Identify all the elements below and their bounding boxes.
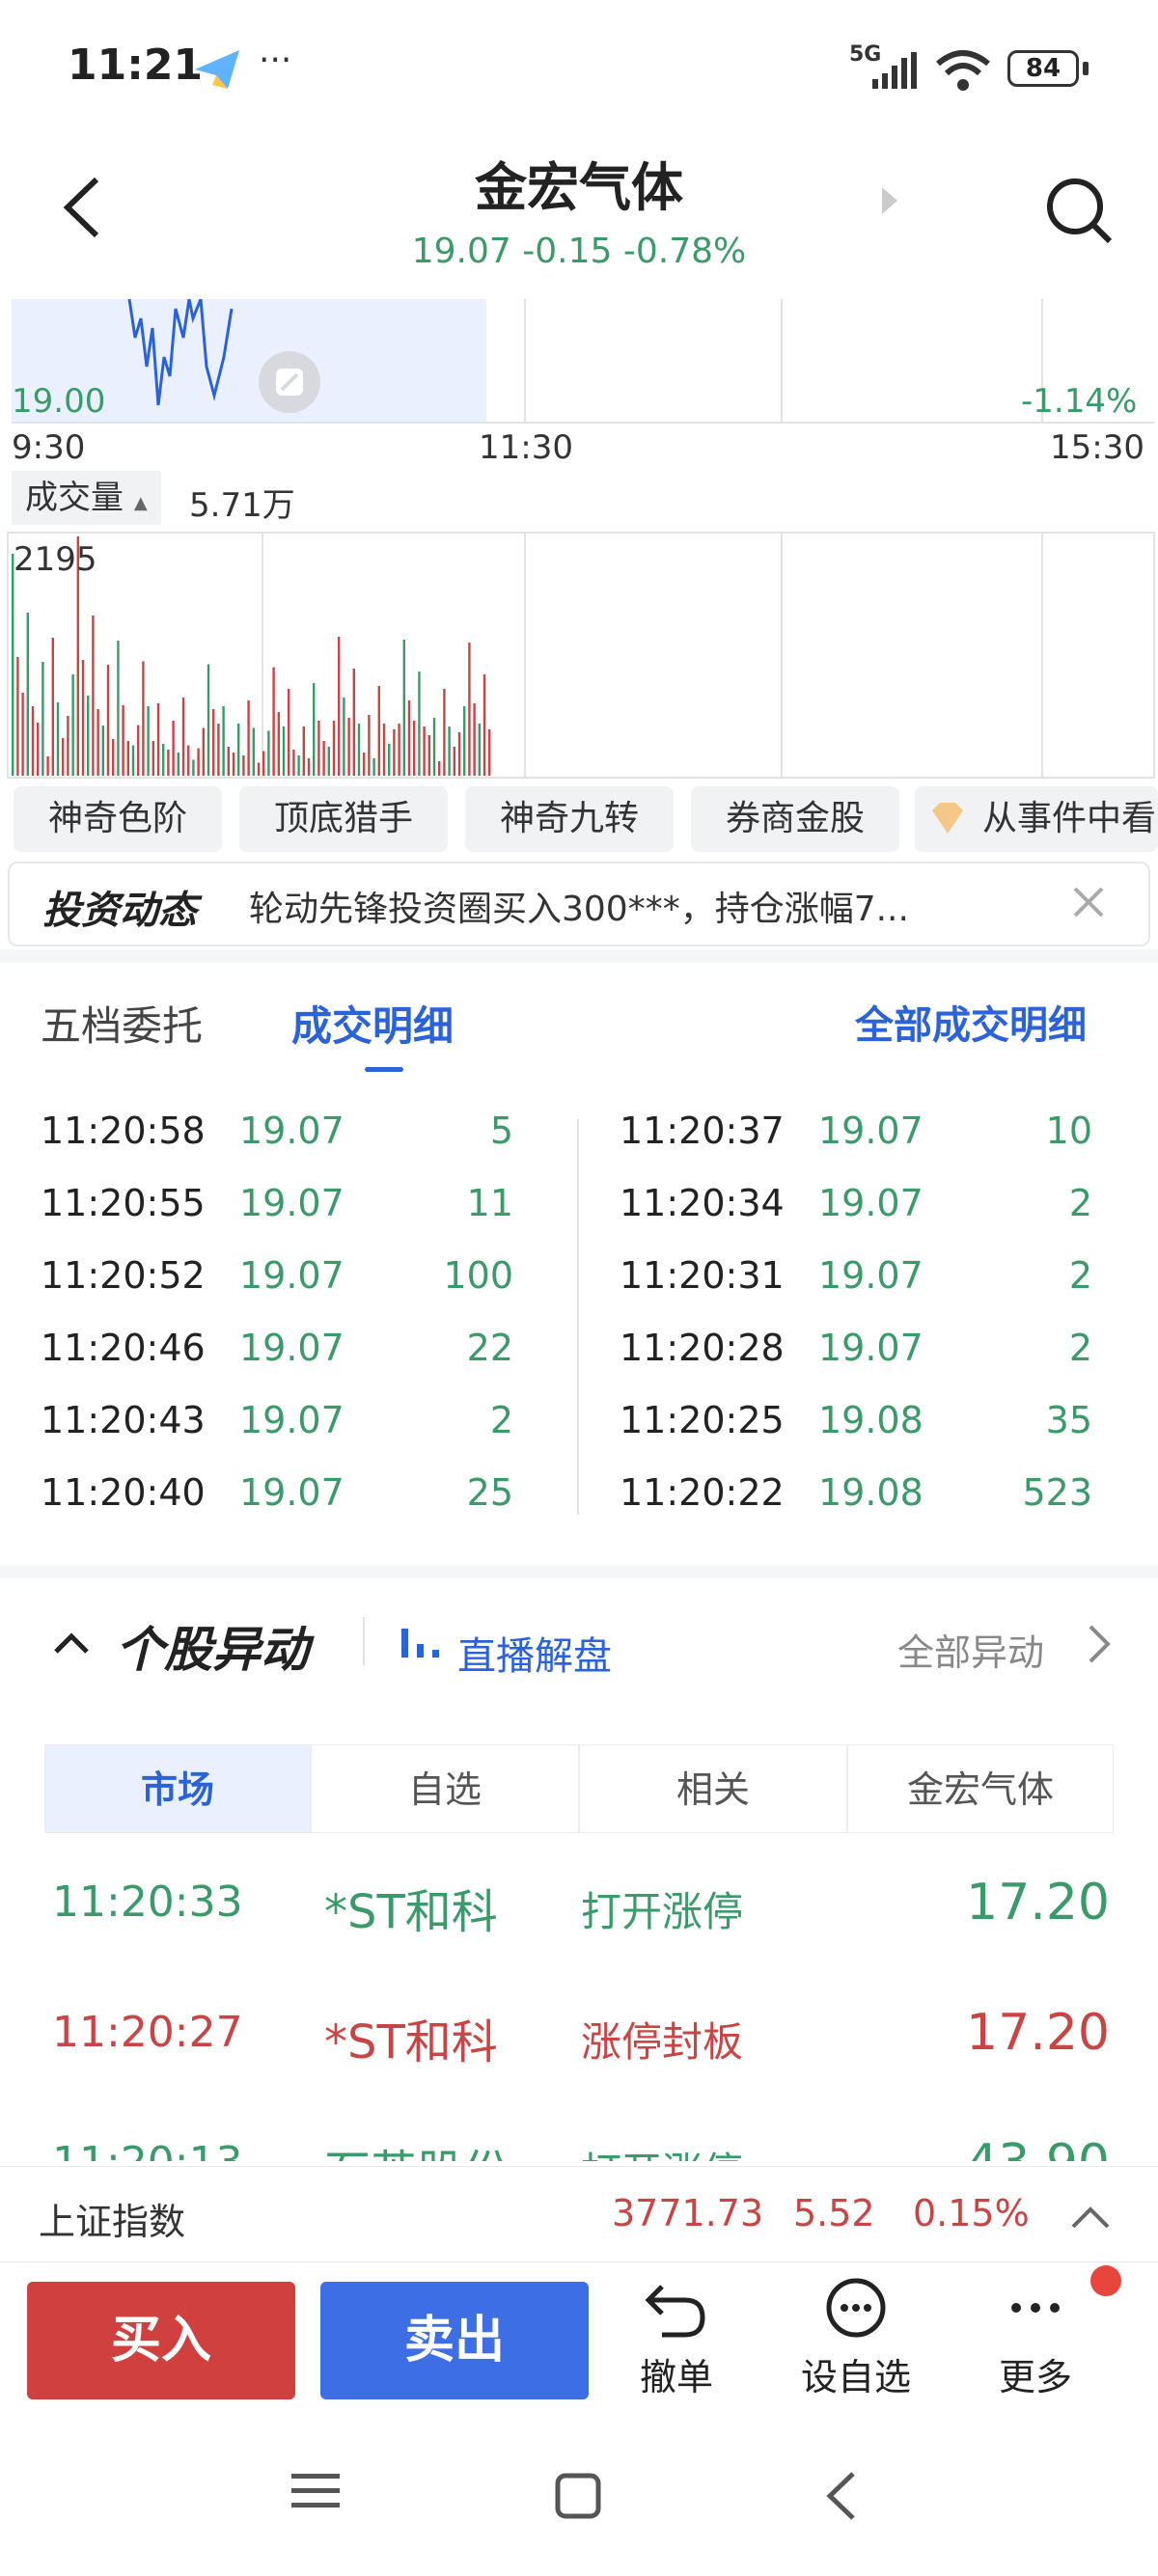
add-watchlist-label: 设自选 bbox=[800, 2356, 911, 2398]
cancel-order-button[interactable]: 撤单 bbox=[604, 2277, 749, 2400]
abnormal-price: 17.20 bbox=[966, 1874, 1110, 1932]
abnormal-price: 17.20 bbox=[966, 2004, 1110, 2062]
abnormal-list: 11:20:33 *ST和科 打开涨停 17.20 11:20:27 *ST和科 涨停封板 1… bbox=[0, 0, 1158, 2161]
divider bbox=[0, 2261, 1158, 2262]
sell-button[interactable]: 卖出 bbox=[320, 2282, 589, 2399]
dots-icon bbox=[1011, 2303, 1060, 2313]
index-bar[interactable]: 上证指数 3771.73 5.52 0.15% bbox=[0, 2166, 1158, 2263]
abnormal-time: 11:20:13 bbox=[52, 2138, 243, 2161]
abnormal-event: 打开涨停 bbox=[581, 2140, 743, 2161]
index-value: 3771.73 bbox=[612, 2192, 764, 2234]
expand-up-icon[interactable] bbox=[1069, 2204, 1112, 2233]
abnormal-name: *ST和科 bbox=[324, 2015, 498, 2069]
index-name: 上证指数 bbox=[39, 2201, 186, 2243]
index-change: 5.52 bbox=[793, 2192, 875, 2234]
notification-dot bbox=[1090, 2265, 1121, 2296]
undo-icon bbox=[645, 2285, 705, 2338]
more-circle-icon bbox=[826, 2278, 886, 2338]
index-pct: 0.15% bbox=[913, 2192, 1030, 2234]
home-icon[interactable] bbox=[554, 2472, 602, 2520]
abnormal-event: 打开涨停 bbox=[581, 1888, 744, 1935]
abnormal-time: 11:20:33 bbox=[52, 1877, 243, 1927]
abnormal-event: 涨停封板 bbox=[581, 2018, 744, 2066]
abnormal-name: 石英股份 bbox=[324, 2134, 510, 2161]
abnormal-name: *ST和科 bbox=[324, 1885, 498, 1939]
abnormal-time: 11:20:27 bbox=[52, 2008, 243, 2057]
more-label: 更多 bbox=[998, 2356, 1072, 2398]
abnormal-price: 43.90 bbox=[888, 2134, 1110, 2161]
buy-button[interactable]: 买入 bbox=[27, 2282, 295, 2399]
more-button[interactable]: 更多 bbox=[963, 2277, 1108, 2400]
menu-icon[interactable] bbox=[290, 2470, 342, 2512]
back-nav-icon[interactable] bbox=[822, 2470, 861, 2522]
add-watchlist-button[interactable]: 设自选 bbox=[784, 2277, 928, 2400]
cancel-order-label: 撤单 bbox=[639, 2356, 713, 2398]
